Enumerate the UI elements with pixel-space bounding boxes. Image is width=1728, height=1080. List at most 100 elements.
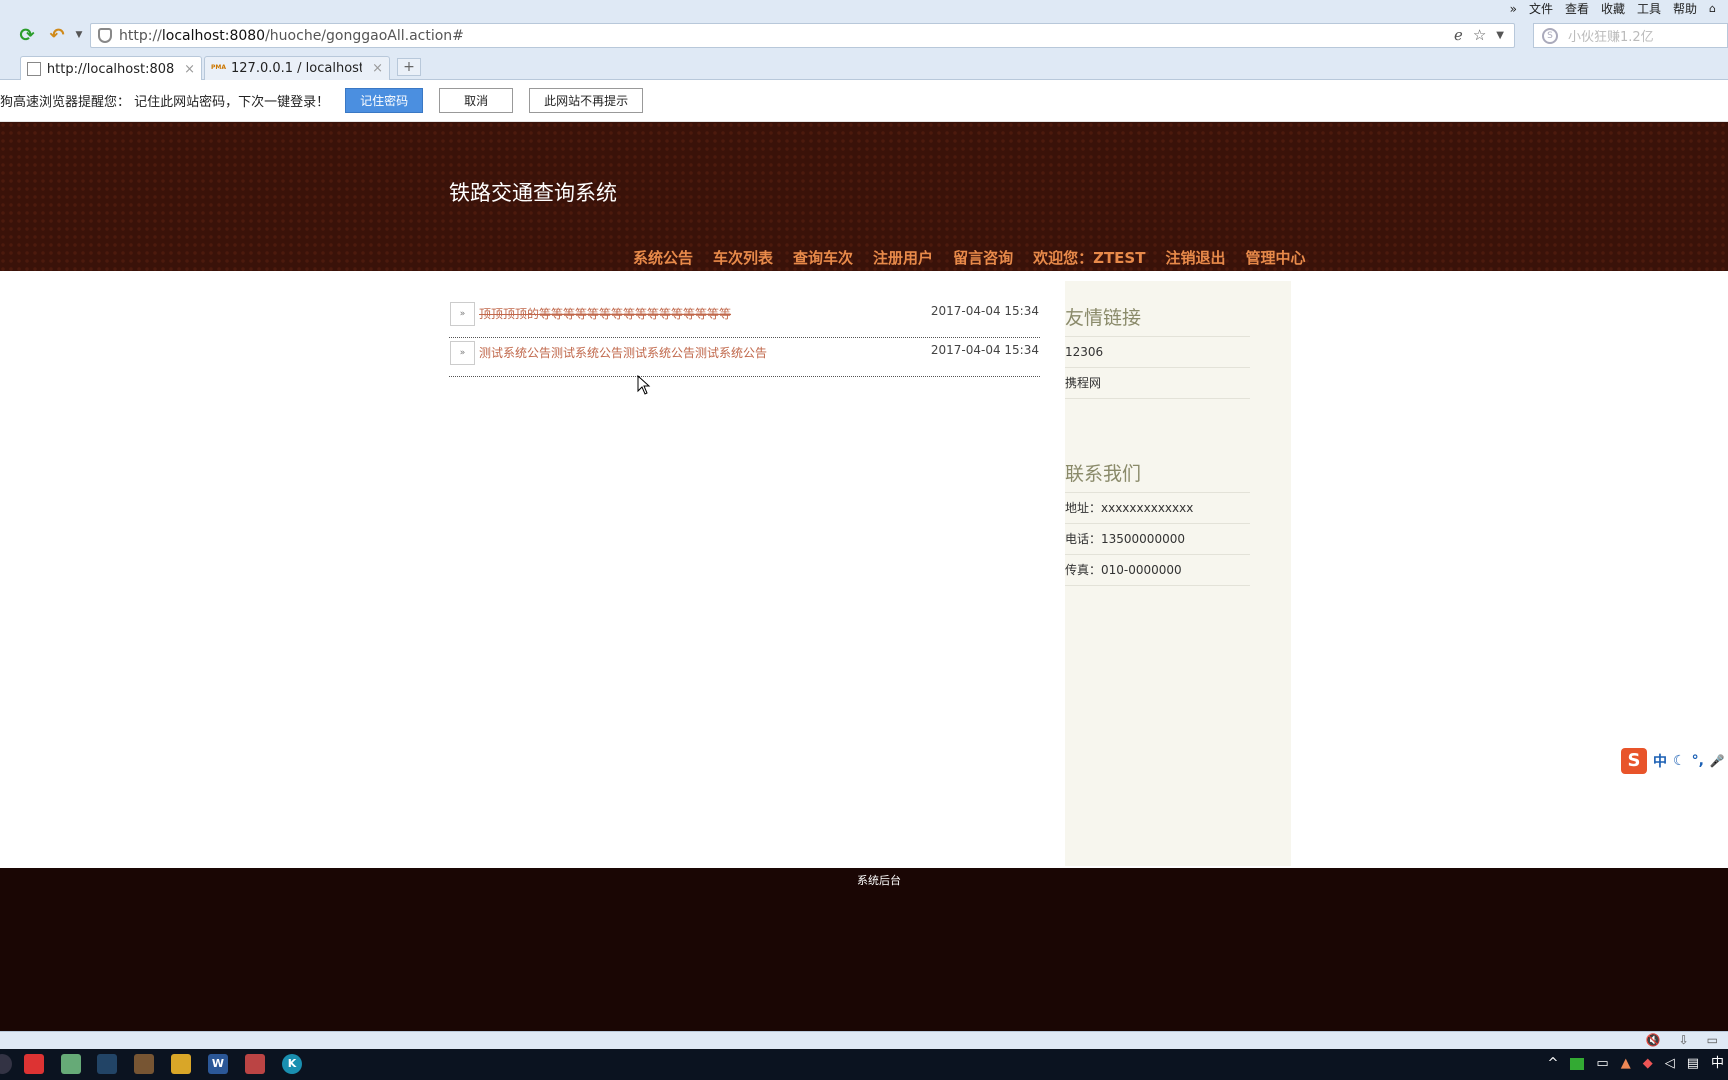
browser-tab-bar: http://localhost:8080/h × PMA 127.0.0.1 … xyxy=(0,52,1728,81)
link-12306[interactable]: 12306 xyxy=(1065,337,1250,368)
app-red-icon[interactable] xyxy=(24,1054,44,1074)
site-footer: 系统后台 xyxy=(0,868,1728,1031)
chevron-down-icon[interactable]: ▼ xyxy=(68,24,90,46)
ie-mode-icon[interactable]: ℯ xyxy=(1454,26,1463,46)
admin-backend-link[interactable]: 系统后台 xyxy=(857,872,901,888)
search-placeholder: 小伙狂赚1.2亿 xyxy=(1568,30,1654,45)
tab-label: 127.0.0.1 / localhost / xyxy=(231,61,363,76)
app-k-icon[interactable]: K xyxy=(282,1054,302,1074)
tray-green-icon[interactable] xyxy=(1570,1058,1585,1070)
cancel-button[interactable]: 取消 xyxy=(439,88,514,113)
list-item: » 测试系统公告测试系统公告测试系统公告测试系统公告 2017-04-04 15… xyxy=(449,338,1040,377)
punctuation-icon[interactable]: °, xyxy=(1692,753,1704,769)
tab-phpmyadmin[interactable]: PMA 127.0.0.1 / localhost / × xyxy=(204,56,390,80)
friend-links: 友情链接 12306 携程网 xyxy=(1065,281,1291,399)
password-notification-bar: 狗高速浏览器提醒您： 记住此网站密码，下次一键登录！ 记住密码 取消 此网站不再… xyxy=(0,80,1728,122)
browser-status-bar: 🔇 ⇩ ▭ xyxy=(0,1031,1728,1049)
chevron-down-icon[interactable]: ▼ xyxy=(1496,26,1504,46)
url-path: /huoche/gonggaoAll.action# xyxy=(265,27,464,44)
never-for-site-button[interactable]: 此网站不再提示 xyxy=(529,88,644,113)
app-feather-icon[interactable] xyxy=(97,1054,117,1074)
notice-title[interactable]: 顶顶顶顶的等等等等等等等等等等等等等等等等 xyxy=(479,305,731,322)
windows-taskbar: W K ^ ▭ ▲ ◆ ◁ ▤ 中 xyxy=(0,1049,1728,1080)
menu-more-icon[interactable]: » xyxy=(1510,1,1517,17)
tray-app-icon[interactable]: ▲ xyxy=(1621,1055,1631,1073)
new-tab-button[interactable]: + xyxy=(397,58,421,76)
zoom-icon[interactable]: ▭ xyxy=(1707,1033,1718,1047)
mouse-cursor-icon xyxy=(637,375,651,395)
list-item: » 顶顶顶顶的等等等等等等等等等等等等等等等等 2017-04-04 15:34 xyxy=(449,299,1040,338)
microphone-icon[interactable]: 🎤 xyxy=(1710,754,1725,768)
ime-toolbar[interactable]: S 中 ☾ °, 🎤 xyxy=(1617,747,1728,775)
ime-indicator[interactable]: 中 xyxy=(1711,1055,1724,1073)
moon-icon[interactable]: ☾ xyxy=(1673,753,1686,769)
contact-address: 地址：xxxxxxxxxxxxx xyxy=(1065,493,1250,524)
shield-icon xyxy=(98,28,112,43)
menu-file[interactable]: 文件 xyxy=(1529,1,1553,17)
volume-icon[interactable]: ◁ xyxy=(1665,1055,1675,1073)
nav-query-train[interactable]: 查询车次 xyxy=(793,247,853,268)
notification-message: 狗高速浏览器提醒您： 记住此网站密码，下次一键登录！ xyxy=(0,95,330,110)
action-center-icon[interactable]: ▤ xyxy=(1687,1055,1699,1073)
link-ctrip[interactable]: 携程网 xyxy=(1065,368,1250,399)
nav-train-list[interactable]: 车次列表 xyxy=(713,247,773,268)
menu-tools[interactable]: 工具 xyxy=(1637,1,1661,17)
site-nav: 系统公告 车次列表 查询车次 注册用户 留言咨询 欢迎您：ZTEST 注销退出 … xyxy=(633,247,1306,268)
mute-icon[interactable]: 🔇 xyxy=(1646,1033,1661,1047)
contact-heading: 联系我们 xyxy=(1065,437,1250,493)
word-icon[interactable]: W xyxy=(208,1054,228,1074)
menu-favorites[interactable]: 收藏 xyxy=(1601,1,1625,17)
notice-date: 2017-04-04 15:34 xyxy=(930,343,1039,357)
tray-expand-icon[interactable]: ^ xyxy=(1547,1055,1558,1073)
nav-logout[interactable]: 注销退出 xyxy=(1165,247,1225,268)
double-chevron-icon: » xyxy=(450,341,475,365)
tray-app2-icon[interactable]: ◆ xyxy=(1643,1055,1653,1073)
remember-password-button[interactable]: 记住密码 xyxy=(345,88,424,113)
shirt-icon[interactable]: ⌂ xyxy=(1709,1,1716,17)
close-icon[interactable]: × xyxy=(372,61,383,76)
folder-icon[interactable] xyxy=(171,1054,191,1074)
nav-system-notice[interactable]: 系统公告 xyxy=(633,247,693,268)
nav-welcome-user[interactable]: 欢迎您：ZTEST xyxy=(1033,247,1145,268)
site-title: 铁路交通查询系统 xyxy=(449,181,617,205)
ime-chinese-mode[interactable]: 中 xyxy=(1653,751,1667,771)
notice-title[interactable]: 测试系统公告测试系统公告测试系统公告测试系统公告 xyxy=(479,344,767,361)
app-list-icon[interactable] xyxy=(134,1054,154,1074)
undo-icon[interactable]: ↶ xyxy=(46,24,68,46)
tab-localhost[interactable]: http://localhost:8080/h × xyxy=(20,56,202,81)
contact-us: 联系我们 地址：xxxxxxxxxxxxx 电话：13500000000 传真：… xyxy=(1065,437,1291,586)
url-input[interactable]: http://localhost:8080/huoche/gonggaoAll.… xyxy=(90,23,1515,48)
download-icon[interactable]: ⇩ xyxy=(1679,1033,1689,1047)
nav-message[interactable]: 留言咨询 xyxy=(953,247,1013,268)
app-chart-icon[interactable] xyxy=(61,1054,81,1074)
app-pen-icon[interactable] xyxy=(245,1054,265,1074)
search-input[interactable]: S 小伙狂赚1.2亿 xyxy=(1533,23,1728,48)
star-icon[interactable]: ☆ xyxy=(1473,26,1486,46)
url-prefix: http:// xyxy=(119,27,162,44)
browser-address-bar: ⟳ ↶ ▼ http://localhost:8080/huoche/gongg… xyxy=(0,18,1728,52)
tab-label: http://localhost:8080/h xyxy=(46,61,175,77)
sidebar: 友情链接 12306 携程网 联系我们 地址：xxxxxxxxxxxxx 电话：… xyxy=(1065,281,1291,866)
nav-admin-center[interactable]: 管理中心 xyxy=(1245,247,1305,268)
close-icon[interactable]: × xyxy=(184,62,195,77)
browser-menu: » 文件 查看 收藏 工具 帮助 ⌂ xyxy=(1510,1,1716,17)
contact-fax: 传真：010-0000000 xyxy=(1065,555,1250,586)
sogou-search-icon: S xyxy=(1542,28,1558,44)
notice-date: 2017-04-04 15:34 xyxy=(930,304,1039,318)
menu-view[interactable]: 查看 xyxy=(1565,1,1589,17)
nav-register[interactable]: 注册用户 xyxy=(873,247,933,268)
page-icon xyxy=(27,62,41,76)
site-header: 铁路交通查询系统 系统公告 车次列表 查询车次 注册用户 留言咨询 欢迎您：ZT… xyxy=(0,122,1728,271)
sogou-ime-icon[interactable]: S xyxy=(1621,748,1647,774)
friend-links-heading: 友情链接 xyxy=(1065,281,1250,337)
start-icon[interactable] xyxy=(0,1054,12,1074)
url-host: localhost:8080 xyxy=(161,27,266,44)
menu-help[interactable]: 帮助 xyxy=(1673,1,1697,17)
network-icon[interactable]: ▭ xyxy=(1596,1055,1608,1073)
browser-menubar: » 文件 查看 收藏 工具 帮助 ⌂ xyxy=(0,0,1728,18)
system-tray: ^ ▭ ▲ ◆ ◁ ▤ 中 xyxy=(1547,1055,1728,1073)
notice-list: » 顶顶顶顶的等等等等等等等等等等等等等等等等 2017-04-04 15:34… xyxy=(449,299,1040,377)
refresh-icon[interactable]: ⟳ xyxy=(16,24,38,46)
contact-phone: 电话：13500000000 xyxy=(1065,524,1250,555)
double-chevron-icon: » xyxy=(450,302,475,326)
